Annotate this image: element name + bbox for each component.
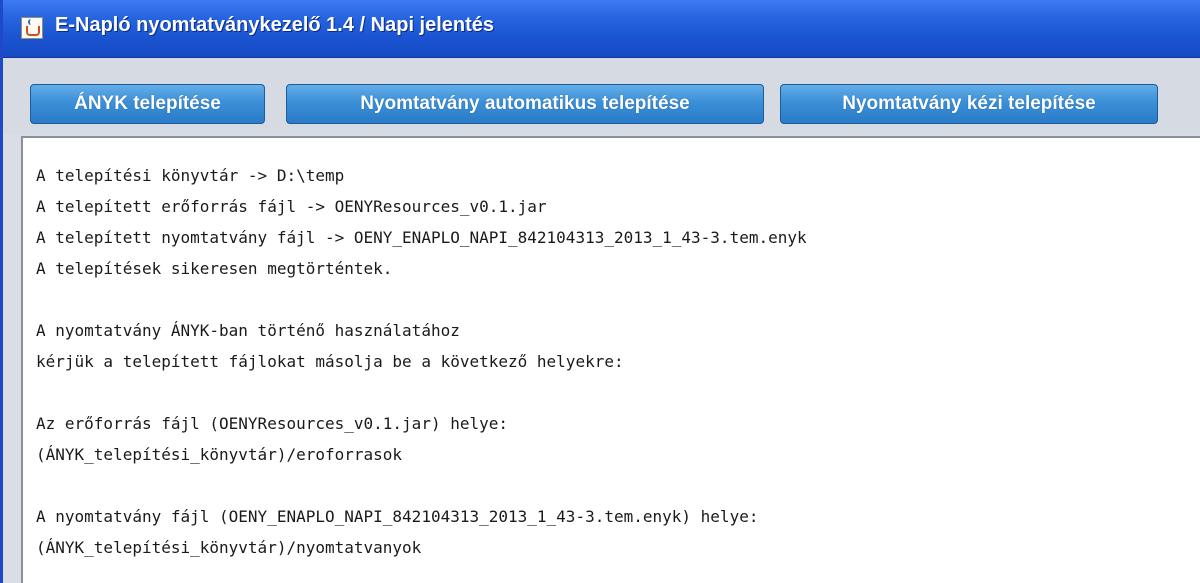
- form-manual-install-button[interactable]: Nyomtatvány kézi telepítése: [780, 84, 1158, 124]
- anyk-install-button[interactable]: ÁNYK telepítése: [30, 84, 265, 124]
- log-line: Az erőforrás fájl (OENYResources_v0.1.ja…: [36, 414, 509, 433]
- log-line: (ÁNYK_telepítési_könyvtár)/nyomtatvanyok: [36, 538, 422, 557]
- log-line: A telepített nyomtatvány fájl -> OENY_EN…: [36, 228, 807, 247]
- window-title: E-Napló nyomtatványkezelő 1.4 / Napi jel…: [55, 14, 495, 36]
- log-line: A telepített erőforrás fájl -> OENYResou…: [36, 197, 547, 216]
- log-line: kérjük a telepített fájlokat másolja be …: [36, 352, 624, 371]
- form-auto-install-button[interactable]: Nyomtatvány automatikus telepítése: [286, 84, 764, 124]
- log-line: A nyomtatvány ÁNYK-ban történő használat…: [36, 321, 460, 340]
- log-line: (ÁNYK_telepítési_könyvtár)/eroforrasok: [36, 445, 403, 464]
- title-bar[interactable]: E-Napló nyomtatványkezelő 1.4 / Napi jel…: [3, 0, 1200, 58]
- log-line: A telepítési könyvtár -> D:\temp: [36, 166, 345, 185]
- log-output-area[interactable]: A telepítési könyvtár -> D:\temp A telep…: [21, 136, 1200, 583]
- toolbar: ÁNYK telepítése Nyomtatvány automatikus …: [3, 58, 1200, 134]
- app-window: E-Napló nyomtatványkezelő 1.4 / Napi jel…: [0, 0, 1200, 583]
- log-line: A telepítések sikeresen megtörténtek.: [36, 259, 393, 278]
- log-line: A nyomtatvány fájl (OENY_ENAPLO_NAPI_842…: [36, 507, 759, 526]
- java-cup-icon[interactable]: [21, 17, 43, 39]
